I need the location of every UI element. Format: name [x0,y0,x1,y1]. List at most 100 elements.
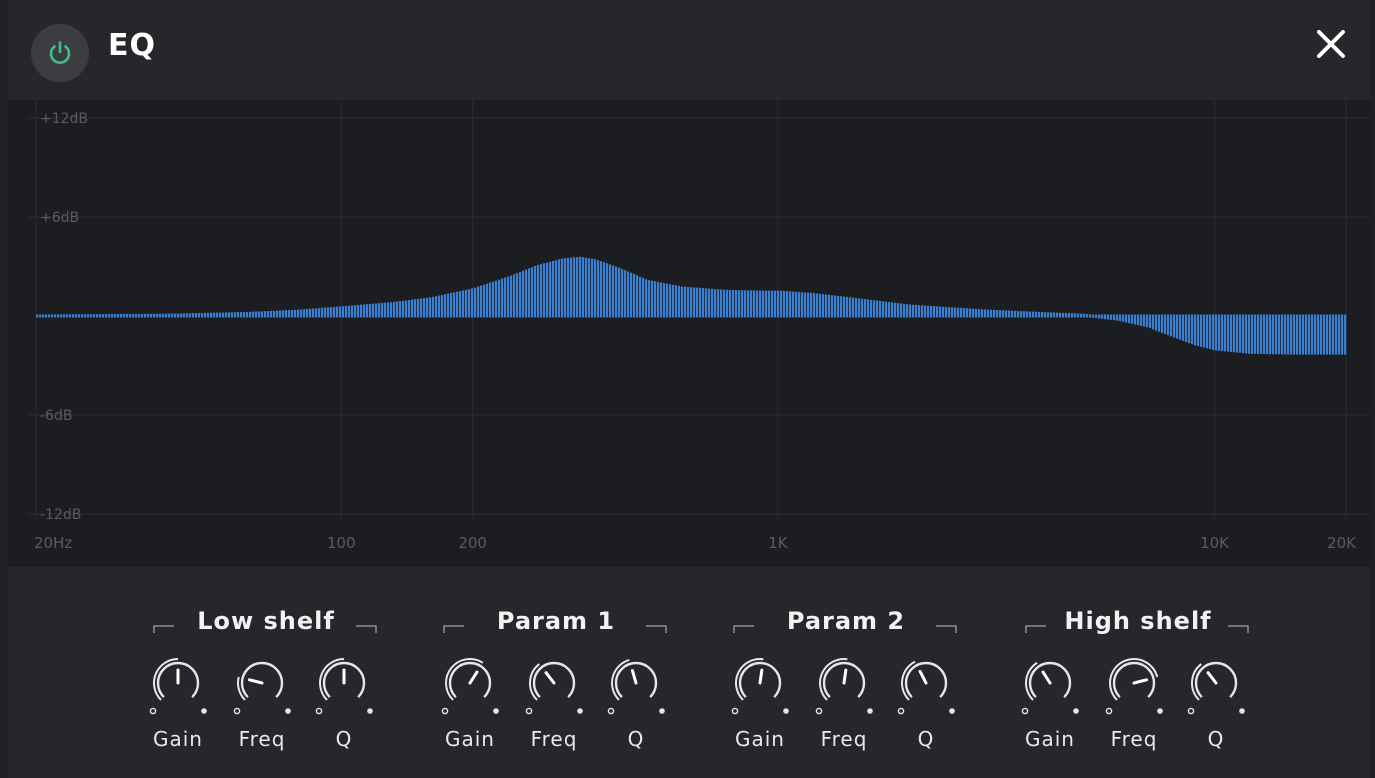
eq-curve-bar [525,269,528,318]
eq-curve-bar [513,274,516,318]
eq-curve-bar [141,313,144,318]
eq-curve-bar [594,259,597,318]
knob-dial [815,658,873,715]
eq-curve-bar [552,260,555,318]
param-2-q-knob[interactable] [892,653,960,717]
eq-curve-bar [540,264,543,318]
eq-curve-bar [639,276,642,318]
eq-curve-bar [1158,314,1161,332]
eq-curve-bar [786,291,789,318]
eq-curve-bar [258,311,261,318]
eq-curve-bar [1227,314,1230,352]
eq-curve-bar [432,296,435,318]
eq-curve-bar [927,305,930,318]
eq-curve-bar [864,299,867,318]
eq-curve-bar [990,309,993,318]
eq-curve-bar [96,314,99,318]
eq-curve-bar [657,281,660,318]
low-shelf-q-knob[interactable] [310,653,378,717]
close-button[interactable] [1313,26,1349,62]
eq-curve-bar [483,284,486,318]
high-shelf-gain-knob[interactable] [1016,653,1084,717]
eq-curve-bar [72,314,75,318]
freq-label: Freq [820,727,868,751]
q-label: Q [917,727,935,751]
eq-curve-bar [1335,314,1338,355]
eq-curve-bar [336,306,339,318]
eq-curve-bar [519,271,522,318]
eq-curve-bar [756,290,759,318]
eq-curve-bar [117,313,120,318]
eq-curve-bar [963,308,966,318]
eq-curve-bar [444,294,447,318]
eq-curve-bar [66,314,69,318]
eq-curve-bar [1107,314,1110,320]
eq-curve-bar [1149,314,1152,329]
eq-curve-bar [1248,314,1251,354]
eq-curve-bar [156,313,159,318]
eq-graph[interactable]: +12dB +6dB -6dB -12dB 20Hz 100 200 1K 10K 20K [8,100,1370,567]
power-button[interactable] [31,24,89,82]
param-2-gain-knob[interactable] [726,653,794,717]
eq-curve-bar [1278,314,1281,355]
eq-curve-bar [369,303,372,318]
eq-curve-bar [243,312,246,318]
eq-curve-bar [1089,314,1092,318]
eq-curve-bar [1185,314,1188,343]
eq-curve-bar [978,309,981,318]
eq-curve-bar [918,305,921,318]
param-2-freq-knob[interactable] [810,653,878,717]
gain-label: Gain [735,727,785,751]
low-shelf-gain-knob[interactable] [144,653,212,717]
eq-curve-bar [846,296,849,318]
eq-curve-bar [1038,311,1041,318]
eq-curve-bar [930,305,933,318]
eq-curve-bar [300,309,303,318]
eq-curve-bar [1326,314,1329,355]
eq-curve-bar [1047,312,1050,318]
eq-curve-bar [909,304,912,318]
eq-curve-bar [39,314,42,318]
eq-curve-bar [1014,310,1017,318]
eq-curve-bar [423,298,426,318]
eq-curve-bar [285,310,288,318]
eq-curve-bar [438,295,441,318]
eq-curve-bar [249,311,252,318]
eq-curve-bar [105,314,108,318]
eq-curve-bar [1134,314,1137,325]
eq-curve-bar [726,289,729,318]
eq-curve-bar [459,291,462,318]
eq-curve-bar [1035,311,1038,318]
param-1-gain-knob[interactable] [436,653,504,717]
eq-curve-bar [1167,314,1170,336]
eq-curve-bar [1170,314,1173,337]
eq-curve-bar [1077,313,1080,318]
eq-curve-bar [1212,314,1215,350]
eq-curve-bar [1257,314,1260,354]
eq-curve-bar [333,306,336,318]
eq-curve-bar [654,281,657,318]
eq-curve-bar [1284,314,1287,355]
freq-label: 1K [768,534,789,552]
eq-curve-bar [1122,314,1125,322]
eq-curve-bar [630,272,633,318]
eq-curve-bar [945,306,948,318]
high-shelf-q-knob[interactable] [1182,653,1250,717]
eq-curve-bar [648,280,651,318]
eq-curve-bar [87,314,90,318]
power-icon [49,41,71,64]
low-shelf-freq-knob[interactable] [228,653,296,717]
eq-curve-bar [699,287,702,318]
eq-curve-bar [600,261,603,318]
freq-label: 20Hz [34,534,72,552]
high-shelf-freq-knob[interactable] [1100,653,1168,717]
eq-curve-bar [120,313,123,318]
eq-curve-bar [489,282,492,318]
eq-curve-bar [906,304,909,318]
param-1-freq-knob[interactable] [520,653,588,717]
eq-curve-bar [1194,314,1197,346]
param-1-q-knob[interactable] [602,653,670,717]
close-icon [1317,30,1345,58]
eq-curve-bar [1344,314,1347,355]
eq-curve-bar [111,314,114,318]
